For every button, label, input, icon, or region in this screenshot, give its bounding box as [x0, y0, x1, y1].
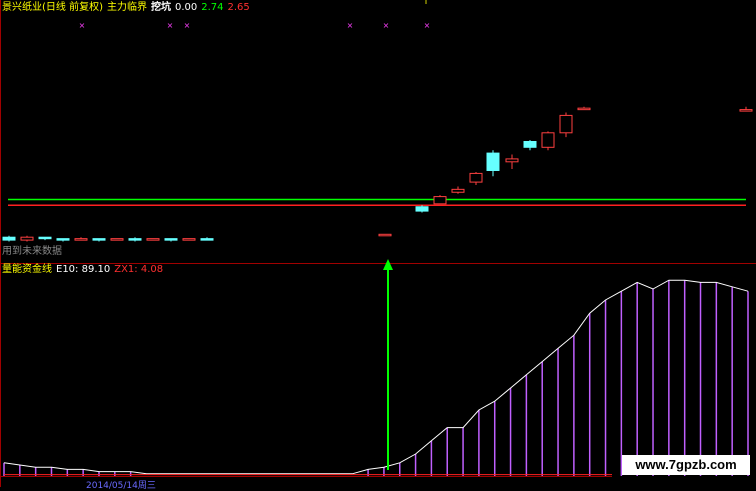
zx1-value: ZX1: 4.08	[114, 264, 164, 275]
left-candle-body-4	[74, 238, 88, 241]
right-candle-body-7	[523, 141, 537, 148]
signal-marker-5: ×	[424, 21, 431, 30]
chart-canvas[interactable]: × × × × × ×	[0, 0, 756, 487]
left-candle-body-0	[2, 236, 16, 241]
left-candle-body-5	[92, 238, 106, 241]
right-candle-body-2	[433, 196, 447, 205]
signal-marker-2: ×	[184, 21, 191, 30]
e10-value: E10: 89.10	[56, 264, 111, 275]
indicator-name: 主力临界	[106, 2, 147, 13]
left-candle-body-7	[128, 238, 142, 241]
right-candle-body-5	[486, 152, 500, 172]
left-candle-body-1	[20, 236, 34, 241]
signal-marker-3: ×	[347, 21, 354, 30]
left-candle-body-8	[146, 238, 160, 241]
right-candle-body-11	[739, 109, 753, 112]
indicator-tag: 挖坑	[150, 2, 171, 13]
stock-title: 景兴纸业(日线 前复权)	[2, 2, 103, 13]
left-candle-body-9	[164, 238, 178, 241]
bottom-title: 量能资金线	[2, 264, 52, 275]
right-candle-body-6	[505, 158, 519, 163]
value-2: 2.65	[227, 2, 250, 13]
right-candle-body-3	[451, 188, 465, 193]
value-1: 2.74	[201, 2, 224, 13]
chart-svg: × × × × × ×	[0, 0, 756, 487]
top-legend: 景兴纸业(日线 前复权) 主力临界 挖坑 0.00 2.74 2.65	[2, 2, 254, 14]
right-candle-body-10	[577, 107, 591, 111]
right-candle-body-9	[559, 114, 573, 134]
right-candle-body-0	[378, 233, 392, 237]
right-candle-body-4	[469, 172, 483, 183]
left-candle-body-2	[38, 236, 52, 240]
left-candle-body-6	[110, 238, 124, 241]
watermark: www.7gpzb.com	[622, 455, 750, 475]
left-candle-body-3	[56, 238, 70, 241]
right-candle-body-8	[541, 132, 555, 148]
right-candle-body-1	[415, 206, 429, 212]
bottom-legend: 量能资金线 E10: 89.10 ZX1: 4.08	[2, 264, 167, 276]
future-note: 用到未来数据	[2, 246, 62, 257]
value-0: 0.00	[174, 2, 198, 13]
signal-marker-0: ×	[79, 21, 86, 30]
left-candle-body-11	[200, 238, 214, 241]
signal-marker-1: ×	[167, 21, 174, 30]
signal-marker-4: ×	[383, 21, 390, 30]
e10-line	[3, 279, 749, 475]
date-fragment: 2014/05/14周三	[84, 478, 158, 491]
left-candle-body-10	[182, 238, 196, 241]
signal-arrow-head	[383, 259, 393, 270]
